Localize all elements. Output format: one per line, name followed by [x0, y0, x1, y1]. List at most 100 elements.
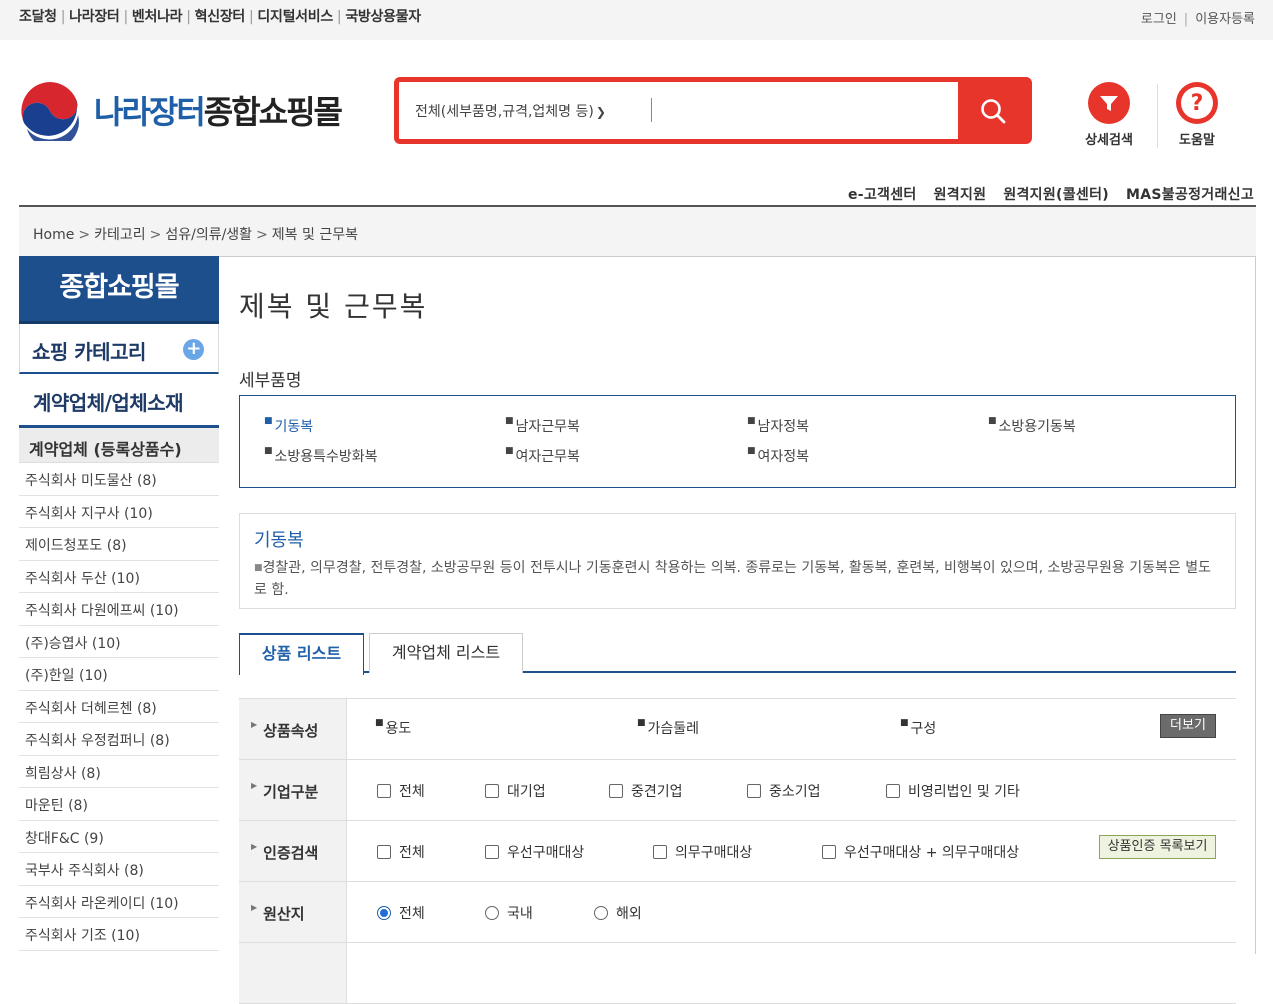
logo-text: 나라장터종합쇼핑몰: [94, 93, 343, 131]
vendor-item[interactable]: 주식회사 우정컴퍼니 (8): [19, 723, 219, 756]
search-input[interactable]: [659, 92, 949, 129]
search-icon: [981, 98, 1006, 123]
vendor-item[interactable]: 창대F&C (9): [19, 821, 219, 853]
filter-label: ▶ 원산지: [239, 882, 347, 942]
main-content: 제복 및 근무복 세부품명 ■ 기동복 ■ 남자근무복 ■ 남자정복 ■ 소방용기동복 …: [219, 256, 1256, 1004]
vendor-item[interactable]: 제이드청포도 (8): [19, 528, 219, 561]
site-logo[interactable]: 나라장터종합쇼핑몰: [18, 79, 363, 141]
filter-label: ▶ 기업구분: [239, 760, 347, 820]
attr-link-chest[interactable]: ■ 가슴둘레: [637, 718, 699, 738]
item-description-box: 기동복 ■경찰관, 의무경찰, 전투경찰, 소방공무원 등이 전투시나 기동훈련…: [239, 513, 1236, 609]
top-utility-bar: 조달청 | 나라장터 | 벤처나라 | 혁신장터 | 디지털서비스 | 국방상용물자 로그인 | 이용자…: [0, 0, 1273, 40]
vendor-list-header: 계약업체 (등록상품수): [19, 428, 219, 463]
vendor-item[interactable]: 주식회사 다원에프씨 (10): [19, 593, 219, 626]
attr-link-usage[interactable]: ■ 용도: [375, 718, 411, 738]
header-divider: [1157, 84, 1158, 148]
company-checkbox-nonprofit[interactable]: 비영리법인 및 기타: [886, 781, 1020, 801]
company-checkbox-midsize[interactable]: 중견기업: [609, 781, 683, 801]
vendor-item[interactable]: 주식회사 더헤르첸 (8): [19, 691, 219, 723]
cert-checkbox-all[interactable]: 전체: [377, 842, 425, 862]
site-link-venture[interactable]: 벤처나라: [132, 9, 183, 25]
site-link-innovation[interactable]: 혁신장터: [195, 9, 246, 25]
filter-row-certification: ▶ 인증검색 전체 우선구매대상 의무구매대상 우선구매대상 + 의무구매대상 상…: [239, 821, 1236, 882]
origin-radio-domestic[interactable]: 국내: [485, 903, 533, 923]
site-link-digital[interactable]: 디지털서비스: [257, 9, 333, 25]
filter-row-company: ▶ 기업구분 전체 대기업 중견기업 중소기업 비영리법인 및 기타: [239, 760, 1236, 821]
sidebar-title: 종합쇼핑몰: [19, 256, 219, 324]
cert-checkbox-mandatory[interactable]: 의무구매대상: [653, 842, 752, 862]
user-links: 로그인 | 이용자등록: [1140, 12, 1255, 27]
plus-icon[interactable]: +: [183, 339, 204, 360]
vendor-item[interactable]: 마운틴 (8): [19, 788, 219, 821]
more-button[interactable]: 더보기: [1160, 714, 1216, 738]
filter-icon: [1088, 82, 1130, 124]
vendor-item[interactable]: 국부사 주식회사 (8): [19, 853, 219, 886]
company-checkbox-all[interactable]: 전체: [377, 781, 425, 801]
filter-row-next: [239, 943, 1236, 1004]
detail-item-link[interactable]: ■ 기동복: [264, 416, 313, 436]
vendor-item[interactable]: 희림상사 (8): [19, 756, 219, 788]
detail-item-label: 세부품명: [239, 371, 302, 391]
description-title: 기동복: [254, 530, 304, 551]
help-button[interactable]: ? 도움말: [1165, 82, 1229, 148]
search-bar: 전체(세부품명,규격,업체명 등) ❯: [394, 77, 1032, 144]
register-link[interactable]: 이용자등록: [1195, 12, 1255, 27]
login-link[interactable]: 로그인: [1141, 12, 1177, 27]
cert-checkbox-both[interactable]: 우선구매대상 + 의무구매대상: [822, 842, 1019, 862]
detail-item-link[interactable]: ■ 소방용기동복: [988, 416, 1076, 436]
site-link-defense[interactable]: 국방상용물자: [345, 9, 421, 25]
detail-search-label: 상세검색: [1085, 133, 1133, 148]
text-cursor: [651, 98, 652, 122]
search-button[interactable]: [958, 81, 1028, 140]
site-link-pps[interactable]: 조달청: [19, 9, 57, 25]
filter-table: ▶ 상품속성 ■ 용도 ■ 가슴둘레 ■ 구성 더보기 ▶ 기업구분 전체 대기업 중견기…: [239, 698, 1236, 1004]
detail-search-button[interactable]: 상세검색: [1077, 82, 1141, 148]
sidebar-category-label: 쇼핑 카테고리: [32, 340, 146, 364]
origin-radio-all[interactable]: 전체: [377, 903, 425, 923]
page-title: 제복 및 근무복: [239, 290, 428, 323]
tab-vendor-list[interactable]: 계약업체 리스트: [369, 633, 523, 673]
filter-label: ▶ 상품속성: [239, 699, 347, 759]
cert-list-button[interactable]: 상품인증 목록보기: [1099, 835, 1216, 859]
vendor-item[interactable]: 주식회사 미도물산 (8): [19, 463, 219, 496]
breadcrumb-current: 제복 및 근무복: [271, 227, 358, 243]
vendor-item[interactable]: (주)한일 (10): [19, 658, 219, 691]
filter-row-origin: ▶ 원산지 전체 국내 해외: [239, 882, 1236, 943]
breadcrumb: Home > 카테고리 > 섬유/의류/생활 > 제복 및 근무복: [19, 207, 1256, 256]
vendor-item[interactable]: (주)승엽사 (10): [19, 626, 219, 658]
sub-navigation: e-고객센터 원격지원 원격지원(콜센터) MAS불공정거래신고: [831, 184, 1254, 204]
breadcrumb-home[interactable]: Home: [33, 227, 74, 243]
company-checkbox-sme[interactable]: 중소기업: [747, 781, 821, 801]
search-category-select[interactable]: 전체(세부품명,규격,업체명 등) ❯: [415, 101, 606, 121]
detail-item-link[interactable]: ■ 남자정복: [747, 416, 809, 436]
vendor-item[interactable]: 주식회사 두산 (10): [19, 561, 219, 593]
detail-item-link[interactable]: ■ 소방용특수방화복: [264, 446, 378, 466]
help-label: 도움말: [1179, 133, 1215, 148]
detail-item-link[interactable]: ■ 여자근무복: [505, 446, 580, 466]
description-text: ■경찰관, 의무경찰, 전투경찰, 소방공무원 등이 전투시나 기동훈련시 착용…: [254, 560, 1211, 598]
tab-product-list[interactable]: 상품 리스트: [239, 633, 364, 675]
site-link-naramarket[interactable]: 나라장터: [69, 9, 120, 25]
subnav-remote-support[interactable]: 원격지원: [934, 187, 987, 203]
vendor-list: 주식회사 미도물산 (8) 주식회사 지구사 (10) 제이드청포도 (8) 주…: [19, 463, 219, 951]
origin-radio-overseas[interactable]: 해외: [594, 903, 642, 923]
list-tabs: 상품 리스트 계약업체 리스트: [239, 633, 1236, 675]
detail-item-link[interactable]: ■ 남자근무복: [505, 416, 580, 436]
breadcrumb-category[interactable]: 카테고리: [94, 227, 146, 243]
sidebar: 종합쇼핑몰 쇼핑 카테고리 + 계약업체/업체소재 계약업체 (등록상품수) 주…: [19, 256, 219, 951]
vendor-item[interactable]: 주식회사 지구사 (10): [19, 496, 219, 528]
sidebar-vendor-location[interactable]: 계약업체/업체소재: [19, 374, 219, 428]
sidebar-shopping-category[interactable]: 쇼핑 카테고리 +: [19, 324, 219, 374]
vendor-item[interactable]: 주식회사 라온케이디 (10): [19, 886, 219, 918]
breadcrumb-textile[interactable]: 섬유/의류/생활: [165, 227, 252, 243]
subnav-customer-center[interactable]: e-고객센터: [848, 187, 917, 203]
site-links: 조달청 | 나라장터 | 벤처나라 | 혁신장터 | 디지털서비스 | 국방상용물자: [19, 9, 421, 25]
subnav-remote-callcenter[interactable]: 원격지원(콜센터): [1003, 187, 1109, 203]
company-checkbox-large[interactable]: 대기업: [485, 781, 546, 801]
cert-checkbox-priority[interactable]: 우선구매대상: [485, 842, 584, 862]
detail-item-box: ■ 기동복 ■ 남자근무복 ■ 남자정복 ■ 소방용기동복 ■ 소방용특수방화복 ■ 여자근…: [239, 395, 1236, 488]
vendor-item[interactable]: 주식회사 기조 (10): [19, 918, 219, 951]
attr-link-composition[interactable]: ■ 구성: [900, 718, 936, 738]
subnav-mas-report[interactable]: MAS불공정거래신고: [1126, 187, 1254, 203]
detail-item-link[interactable]: ■ 여자정복: [747, 446, 809, 466]
